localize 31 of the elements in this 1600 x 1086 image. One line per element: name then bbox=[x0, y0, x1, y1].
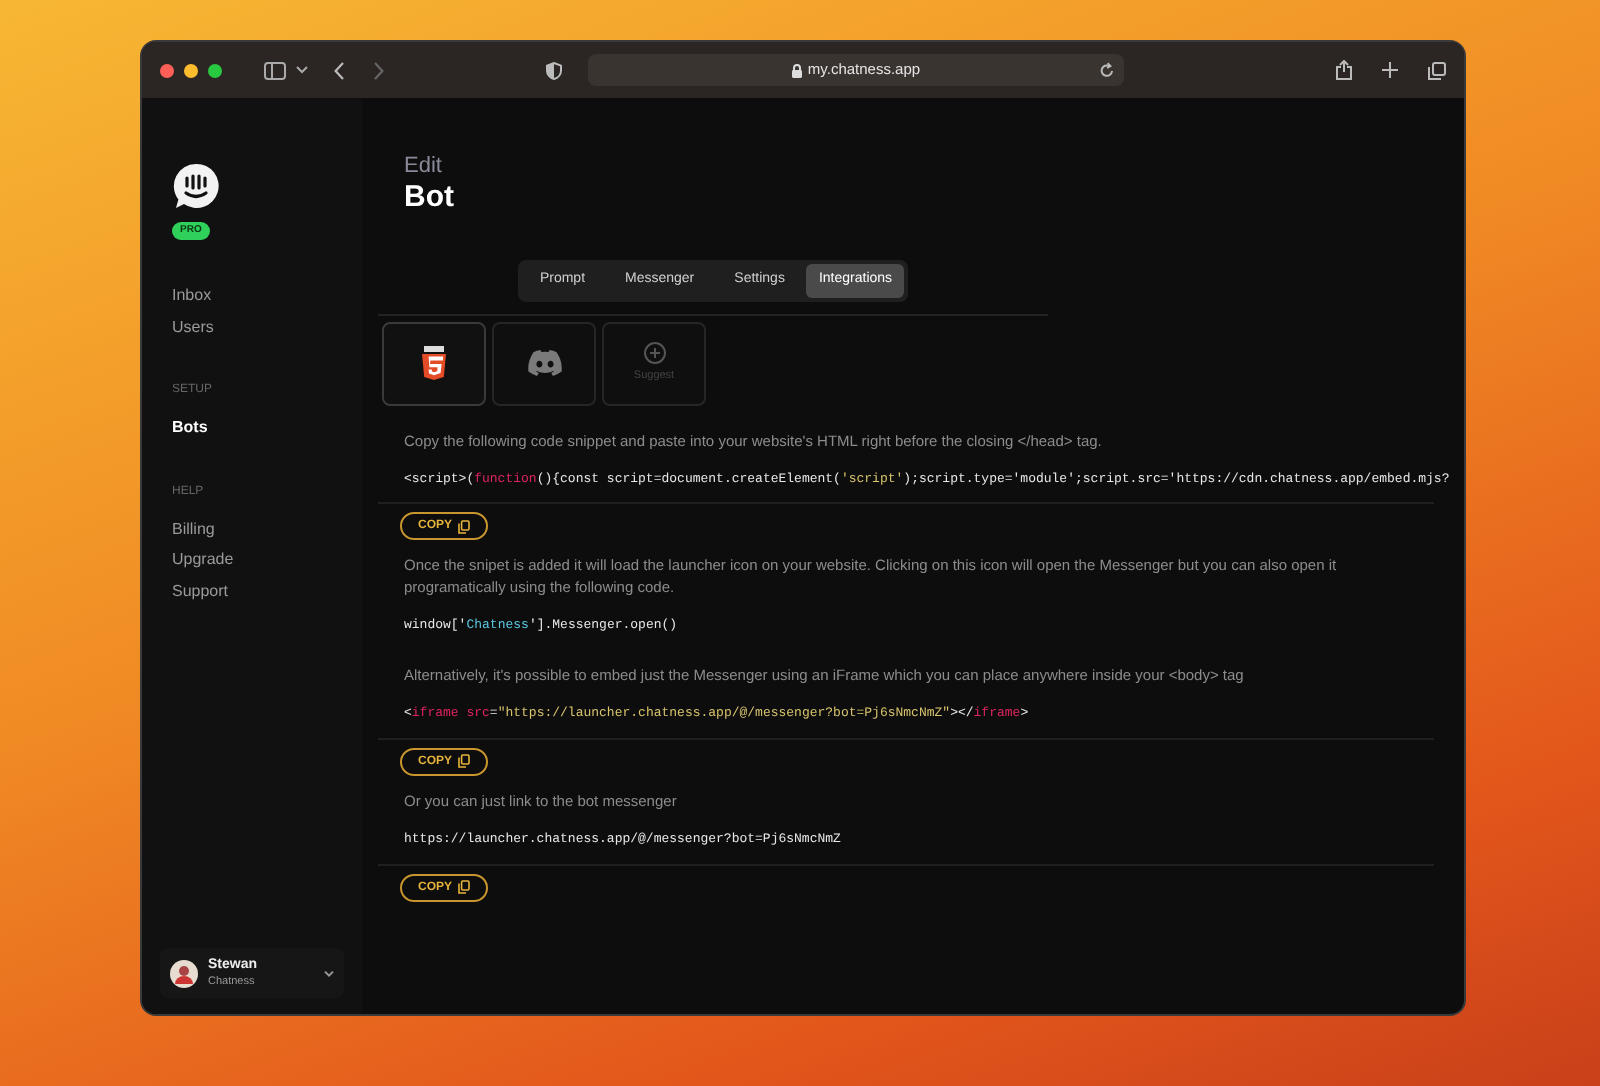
chevron-down-icon bbox=[324, 969, 334, 977]
plus-circle-icon bbox=[643, 341, 665, 364]
minimize-window-button[interactable] bbox=[184, 63, 198, 77]
copy-icon bbox=[458, 880, 471, 894]
nav-link[interactable]: Billing bbox=[172, 513, 215, 544]
html5-icon bbox=[422, 346, 446, 380]
page-overline: Edit bbox=[404, 154, 444, 180]
share-icon[interactable] bbox=[1336, 60, 1352, 80]
close-window-button[interactable] bbox=[160, 63, 174, 77]
maximize-window-button[interactable] bbox=[208, 63, 222, 77]
nav-link[interactable]: Bots bbox=[172, 412, 208, 443]
copy-icon bbox=[458, 754, 471, 769]
plus-icon[interactable] bbox=[1382, 62, 1398, 78]
copy-icon bbox=[458, 519, 471, 534]
nav-link[interactable]: Users bbox=[172, 311, 214, 342]
forward-icon[interactable] bbox=[374, 61, 384, 79]
tabs-overview-icon[interactable] bbox=[1428, 61, 1446, 79]
reload-icon[interactable] bbox=[1100, 62, 1114, 78]
lock-icon bbox=[791, 63, 802, 77]
sidebar-toggle-icon[interactable] bbox=[264, 61, 286, 79]
chat-logo-icon bbox=[172, 162, 220, 210]
shield-icon[interactable] bbox=[546, 61, 562, 79]
page-title: Bot bbox=[404, 180, 456, 216]
nav-link[interactable]: Upgrade bbox=[172, 544, 234, 575]
integration-card[interactable] bbox=[382, 321, 486, 405]
nav-link[interactable]: Inbox bbox=[172, 280, 212, 311]
avatar-icon bbox=[170, 959, 198, 987]
nav-link[interactable]: Support bbox=[172, 575, 229, 606]
back-icon[interactable] bbox=[334, 61, 344, 79]
discord-icon bbox=[527, 350, 561, 376]
chevron-down-icon[interactable] bbox=[296, 66, 308, 74]
